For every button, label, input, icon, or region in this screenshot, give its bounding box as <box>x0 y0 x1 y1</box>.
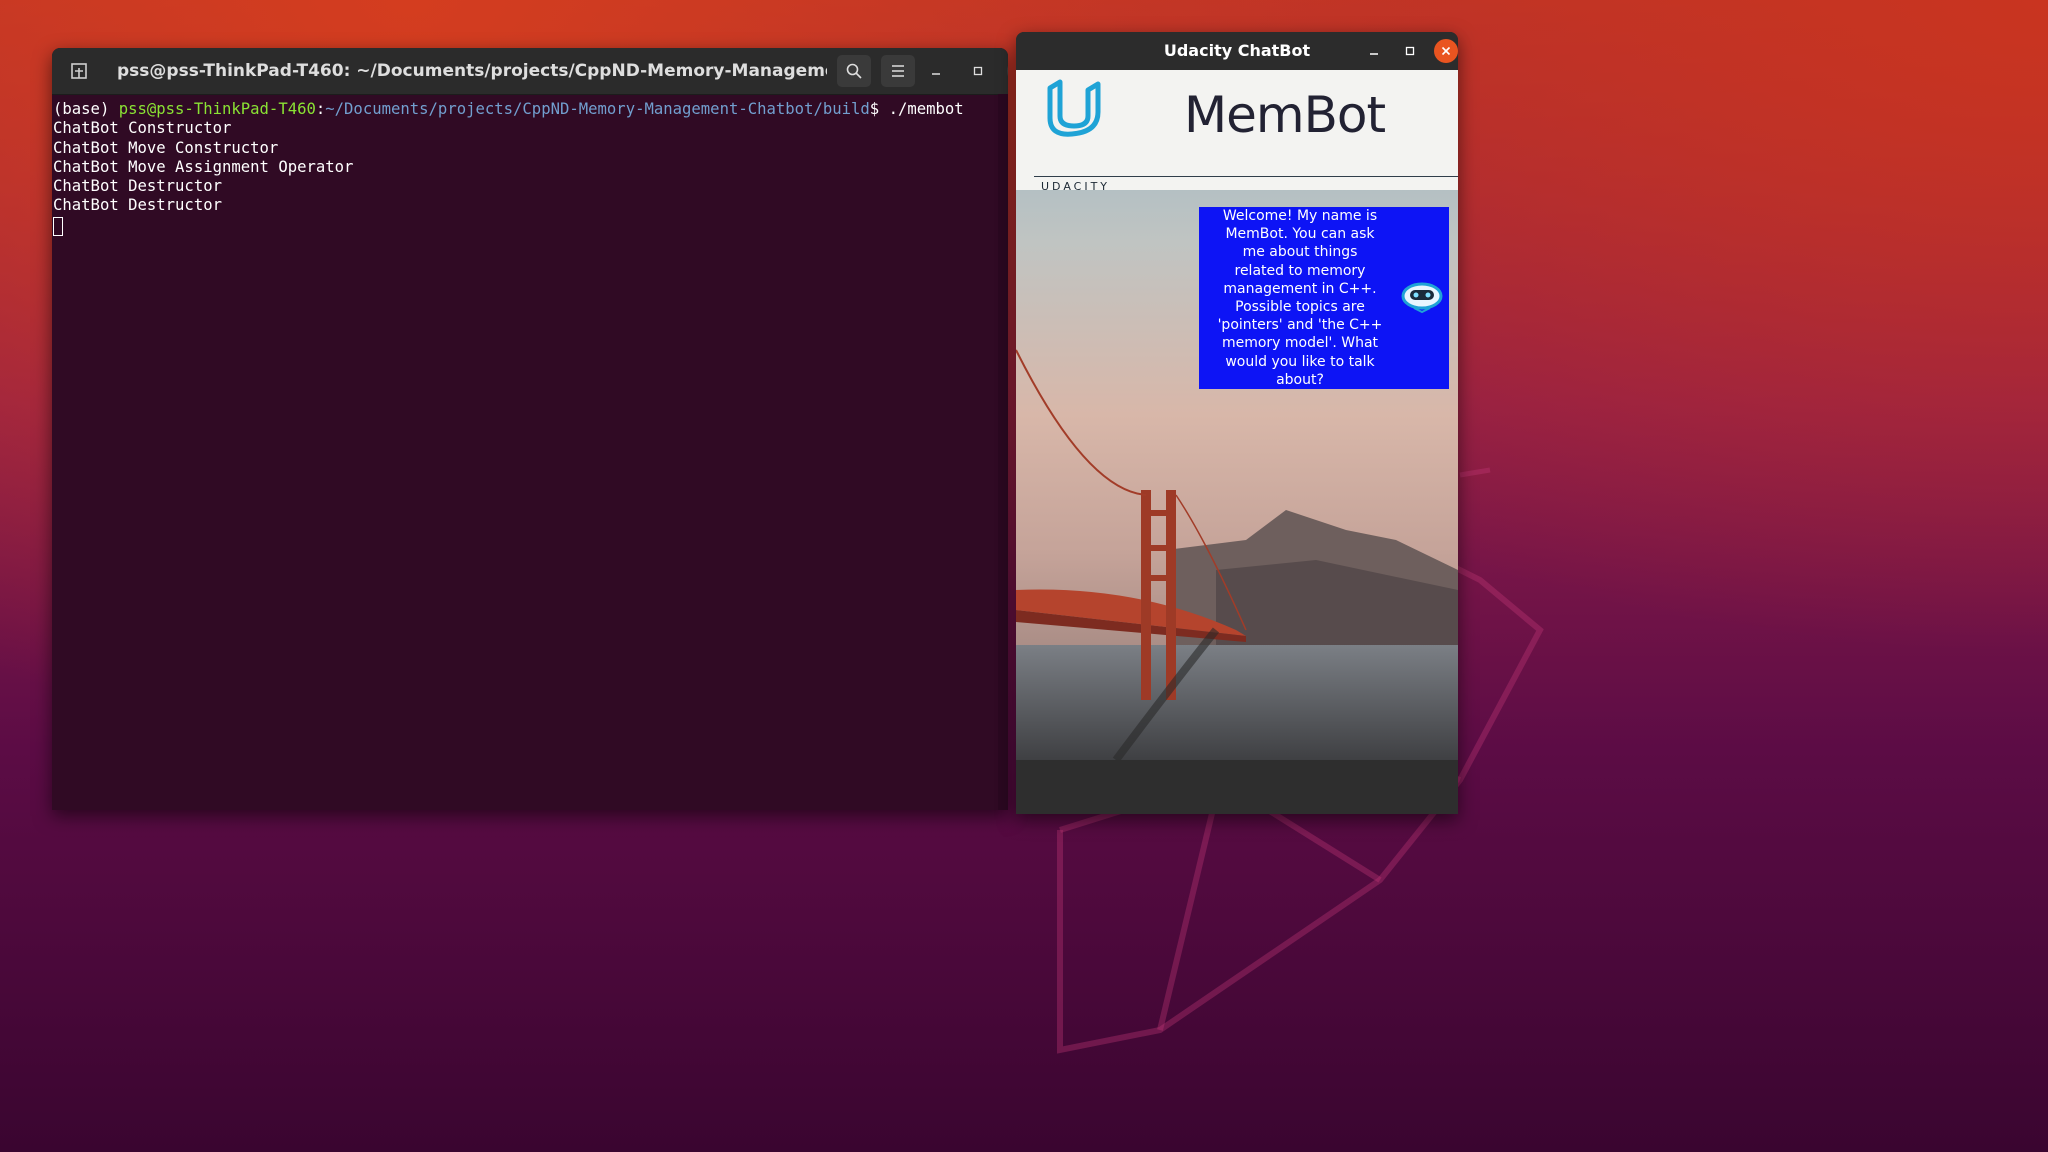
maximize-icon <box>1405 46 1415 56</box>
output-line: ChatBot Destructor <box>53 177 222 196</box>
new-tab-icon <box>71 63 87 79</box>
prompt-user-host: pss@pss-ThinkPad-T460 <box>118 100 316 118</box>
close-icon <box>1441 46 1451 56</box>
prompt-env: (base) <box>53 100 119 118</box>
message-line: Welcome! My name is <box>1222 208 1378 224</box>
prompt-separator: : <box>315 100 326 118</box>
menu-button[interactable] <box>881 55 915 87</box>
message-line: memory model'. What <box>1221 335 1379 352</box>
hamburger-menu-icon <box>892 65 904 77</box>
terminal-scrollbar[interactable] <box>998 94 1008 810</box>
close-button[interactable] <box>1007 57 1008 85</box>
message-line: about? <box>1276 371 1324 388</box>
terminal-title: pss@pss-ThinkPad-T460: ~/Documents/proje… <box>117 61 827 81</box>
prompt-path: ~/Documents/projects/CppND-Memory-Manage… <box>325 100 870 118</box>
chatbot-window-title: Udacity ChatBot <box>1163 41 1311 60</box>
udacity-logo-icon <box>1047 79 1101 137</box>
prompt-command: ./membot <box>888 100 964 118</box>
chatbot-minimize-button[interactable] <box>1362 39 1386 63</box>
maximize-icon <box>973 66 983 76</box>
output-line: ChatBot Move Assignment Operator <box>53 157 354 176</box>
message-line: Possible topics are <box>1235 299 1365 316</box>
cursor-line <box>52 216 1008 236</box>
udacity-logo-label: UDACITY <box>1041 180 1111 193</box>
output-line: ChatBot Destructor <box>53 196 222 215</box>
membot-brand-title: MemBot <box>1184 86 1386 144</box>
new-tab-button[interactable] <box>62 55 96 87</box>
text-cursor <box>53 216 63 236</box>
chatbot-header-banner: MemBot UDACITY <box>1016 70 1458 193</box>
message-line: MemBot. You can ask <box>1225 226 1375 243</box>
minimize-button[interactable] <box>922 57 950 85</box>
search-button[interactable] <box>837 55 871 87</box>
robot-avatar-icon <box>1401 282 1443 314</box>
terminal-output[interactable]: (base) pss@pss-ThinkPad-T460:~/Documents… <box>52 95 1008 236</box>
output-line: ChatBot Move Constructor <box>53 138 279 157</box>
banner-divider <box>1034 176 1458 177</box>
chat-panel[interactable]: MemBot UDACITY Welcome! My name is MemBo… <box>1016 70 1458 760</box>
chatbot-close-button[interactable] <box>1434 39 1458 63</box>
chatbot-maximize-button[interactable] <box>1398 39 1422 63</box>
minimize-icon <box>932 73 940 75</box>
message-line: related to memory <box>1234 262 1366 279</box>
minimize-icon <box>1370 53 1378 55</box>
message-line: 'pointers' and 'the C++ <box>1217 317 1383 334</box>
search-icon <box>846 63 862 79</box>
maximize-button[interactable] <box>964 57 992 85</box>
message-line: would you like to talk <box>1225 353 1375 370</box>
chatbot-titlebar[interactable]: Udacity ChatBot <box>1016 32 1458 70</box>
prompt-symbol: $ <box>869 100 889 118</box>
terminal-window[interactable]: pss@pss-ThinkPad-T460: ~/Documents/proje… <box>52 48 1008 810</box>
prompt-line: (base) pss@pss-ThinkPad-T460:~/Documents… <box>52 100 1008 119</box>
chatbot-window[interactable]: Udacity ChatBot MemBot UDACITY Welcome! … <box>1016 32 1458 814</box>
output-line: ChatBot Constructor <box>53 119 232 138</box>
message-line: management in C++. <box>1223 280 1377 297</box>
message-line: me about things <box>1242 244 1358 261</box>
terminal-titlebar[interactable]: pss@pss-ThinkPad-T460: ~/Documents/proje… <box>52 48 1008 95</box>
